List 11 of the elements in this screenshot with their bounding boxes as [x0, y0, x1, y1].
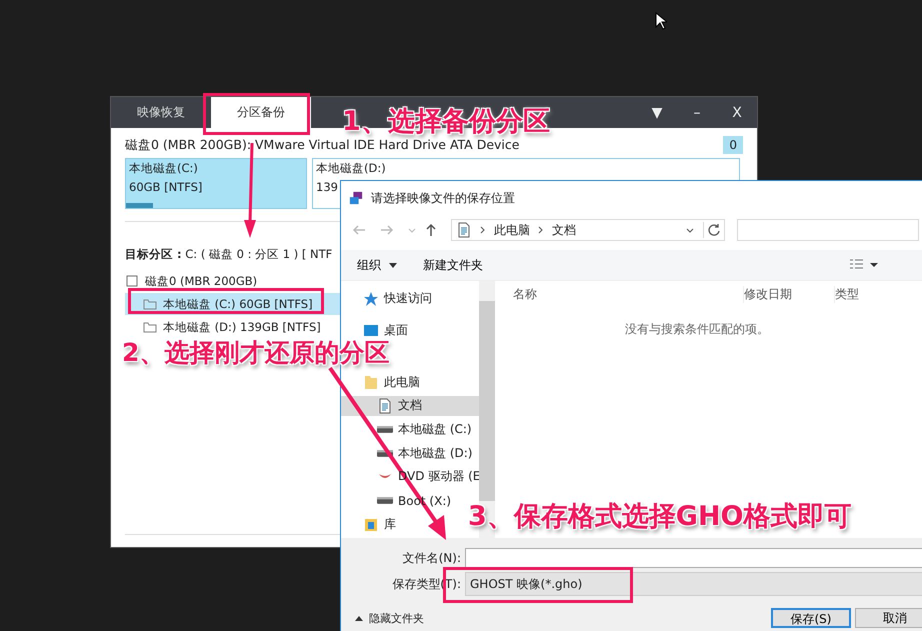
dialog-title: 请选择映像文件的保存位置 — [371, 190, 515, 206]
partition-size: 139 — [316, 180, 338, 194]
disk-title: 磁盘0 (MBR 200GB): VMware Virtual IDE Hard Drive ATA Device — [125, 136, 520, 154]
field-label: 文件名(N): — [402, 550, 462, 566]
count-badge: 0 — [723, 136, 743, 154]
annotation-text: 3、保存格式选择GHO格式即可 — [468, 503, 852, 532]
empty-message: 没有与搜索条件匹配的项。 — [624, 321, 770, 338]
target-partition-text: 目标分区 : C: ( 磁盘 0 : 分区 1 ) [ NTF — [125, 247, 334, 262]
partition-name: 本地磁盘(D:) — [316, 161, 386, 175]
partition-name: 本地磁盘(C:) — [129, 161, 198, 175]
partition-size: 60GB [NTFS] — [129, 180, 202, 194]
